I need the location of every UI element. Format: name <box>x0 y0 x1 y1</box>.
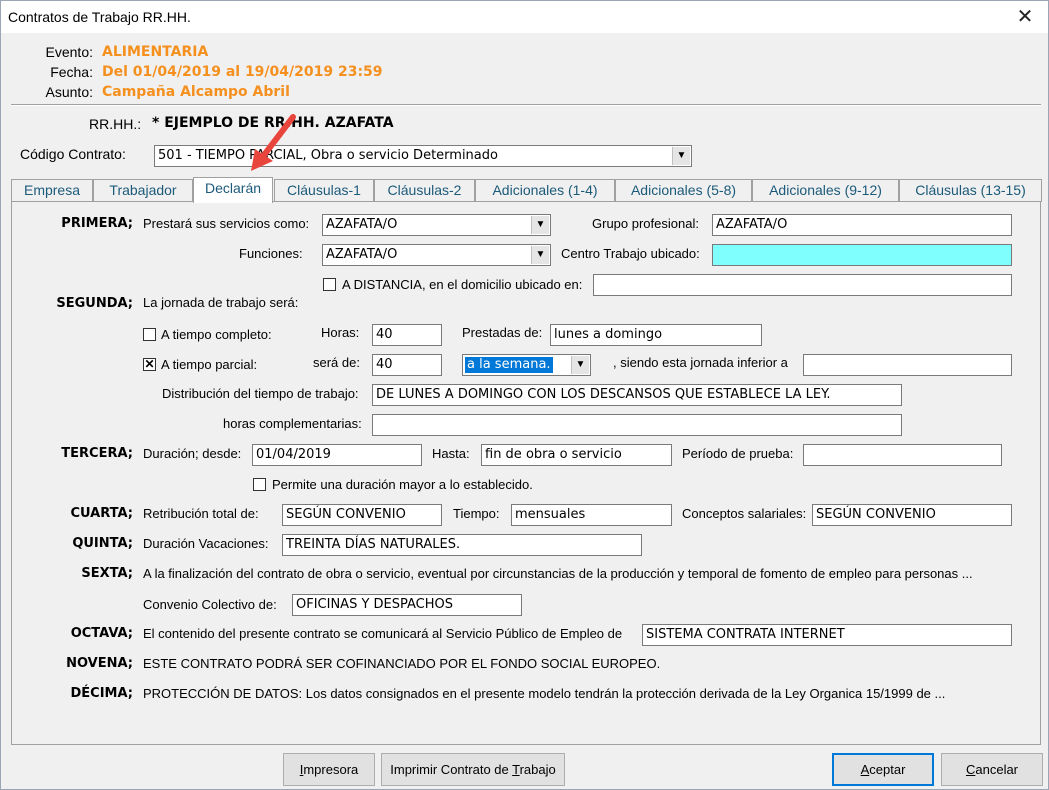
tab-declaran[interactable]: Declarán <box>193 177 273 203</box>
retribucion-field[interactable]: SEGÚN CONVENIO <box>282 504 442 526</box>
chevron-down-icon[interactable]: ▼ <box>672 147 690 165</box>
quinta-title: QUINTA; <box>72 536 133 551</box>
aceptar-button[interactable]: Aceptar <box>832 753 934 786</box>
servicios-select[interactable]: AZAFATA/O ▼ <box>322 214 551 236</box>
primera-title: PRIMERA; <box>61 216 133 231</box>
tab-clausulas-13-15[interactable]: Cláusulas (13-15) <box>899 179 1042 202</box>
horas-label: Horas: <box>321 325 360 340</box>
periodo-value: a la semana. <box>465 357 553 373</box>
asunto-value: Campaña Alcampo Abril <box>102 84 290 100</box>
jornada-label: La jornada de trabajo será: <box>143 295 299 310</box>
evento-value: ALIMENTARIA <box>102 44 209 60</box>
octava-servicio-field[interactable]: SISTEMA CONTRATA INTERNET <box>642 624 1012 646</box>
sexta-text: A la finalización del contrato de obra o… <box>143 566 973 581</box>
funciones-value: AZAFATA/O <box>326 247 398 262</box>
distancia-label: A DISTANCIA, en el domicilio ubicado en: <box>342 277 583 292</box>
cancelar-button[interactable]: Cancelar <box>941 753 1043 786</box>
parcial-checkbox[interactable]: ✕ <box>143 358 156 371</box>
distancia-checkbox[interactable] <box>323 278 336 291</box>
novena-text: ESTE CONTRATO PODRÁ SER COFINANCIADO POR… <box>143 656 661 671</box>
grupo-field[interactable]: AZAFATA/O <box>712 214 1012 236</box>
decima-title: DÉCIMA; <box>70 686 134 701</box>
centro-field[interactable] <box>712 244 1012 266</box>
annotation-arrow-icon <box>251 114 296 171</box>
vacaciones-field[interactable]: TREINTA DÍAS NATURALES. <box>282 534 642 556</box>
tab-adicionales-1-4[interactable]: Adicionales (1-4) <box>475 179 615 202</box>
tab-clausulas-1[interactable]: Cláusulas-1 <box>274 179 374 202</box>
convenio-field[interactable]: OFICINAS Y DESPACHOS <box>292 594 522 616</box>
completo-label: A tiempo completo: <box>161 327 272 342</box>
prueba-label: Período de prueba: <box>682 446 794 461</box>
vacaciones-label: Duración Vacaciones: <box>143 536 269 551</box>
codigo-contrato-value: 501 - TIEMPO PARCIAL, Obra o servicio De… <box>158 148 498 163</box>
prueba-field[interactable] <box>803 444 1002 466</box>
title-bar: Contratos de Trabajo RR.HH. ✕ <box>1 1 1048 33</box>
parcial-label: A tiempo parcial: <box>161 357 258 372</box>
tab-adicionales-5-8[interactable]: Adicionales (5-8) <box>615 179 752 202</box>
distancia-field[interactable] <box>593 274 1012 296</box>
distribucion-field[interactable]: DE LUNES A DOMINGO CON LOS DESCANSOS QUE… <box>372 384 902 406</box>
retribucion-label: Retribución total de: <box>143 506 259 521</box>
mayor-checkbox[interactable] <box>253 478 266 491</box>
funciones-select[interactable]: AZAFATA/O ▼ <box>322 244 551 266</box>
hasta-field[interactable]: fin de obra o servicio <box>481 444 672 466</box>
evento-label: Evento: <box>45 44 93 60</box>
chevron-down-icon[interactable]: ▼ <box>531 216 549 234</box>
desde-label: Duración; desde: <box>143 446 242 461</box>
cuarta-title: CUARTA; <box>70 506 133 521</box>
tab-clausulas-2[interactable]: Cláusulas-2 <box>374 179 475 202</box>
mayor-label: Permite una duración mayor a lo establec… <box>272 477 533 492</box>
funciones-label: Funciones: <box>239 246 303 261</box>
novena-title: NOVENA; <box>66 656 133 671</box>
header-separator <box>11 104 1041 106</box>
conceptos-label: Conceptos salariales: <box>682 506 807 521</box>
impresora-button[interactable]: Impresora <box>283 753 375 786</box>
distribucion-label: Distribución del tiempo de trabajo: <box>162 386 359 401</box>
imprimir-contrato-button[interactable]: Imprimir Contrato de Trabajo <box>381 753 565 786</box>
inferior-field[interactable] <box>803 354 1012 376</box>
rrhh-label: RR.HH.: <box>89 116 142 132</box>
tab-adicionales-9-12[interactable]: Adicionales (9-12) <box>752 179 899 202</box>
desde-field[interactable]: 01/04/2019 <box>252 444 422 466</box>
codigo-contrato-label: Código Contrato: <box>20 146 126 162</box>
decima-text: PROTECCIÓN DE DATOS: Los datos consignad… <box>143 686 946 701</box>
octava-text: El contenido del presente contrato se co… <box>143 626 623 641</box>
segunda-title: SEGUNDA; <box>56 296 133 311</box>
chevron-down-icon[interactable]: ▼ <box>571 356 589 374</box>
tab-trabajador[interactable]: Trabajador <box>93 179 193 202</box>
complementarias-label: horas complementarias: <box>223 416 362 431</box>
conceptos-field[interactable]: SEGÚN CONVENIO <box>812 504 1012 526</box>
tiempo-label: Tiempo: <box>453 506 500 521</box>
sera-field[interactable]: 40 <box>372 354 442 376</box>
sexta-title: SEXTA; <box>81 566 133 581</box>
servicios-value: AZAFATA/O <box>326 217 398 232</box>
complementarias-field[interactable] <box>372 414 902 436</box>
codigo-contrato-select[interactable]: 501 - TIEMPO PARCIAL, Obra o servicio De… <box>154 145 692 167</box>
fecha-value: Del 01/04/2019 al 19/04/2019 23:59 <box>102 64 383 80</box>
fecha-label: Fecha: <box>50 64 93 80</box>
prestadas-field[interactable]: lunes a domingo <box>550 324 762 346</box>
hasta-label: Hasta: <box>432 446 470 461</box>
periodo-select[interactable]: a la semana. ▼ <box>462 354 591 376</box>
convenio-label: Convenio Colectivo de: <box>143 597 277 612</box>
sera-label: será de: <box>313 355 360 370</box>
inferior-label: , siendo esta jornada inferior a <box>613 355 788 370</box>
asunto-label: Asunto: <box>45 84 93 100</box>
completo-checkbox[interactable] <box>143 328 156 341</box>
chevron-down-icon[interactable]: ▼ <box>531 246 549 264</box>
tercera-title: TERCERA; <box>61 446 133 461</box>
servicios-label: Prestará sus servicios como: <box>143 216 310 231</box>
close-icon[interactable]: ✕ <box>1010 3 1040 31</box>
contratos-window: Contratos de Trabajo RR.HH. ✕ Evento: AL… <box>0 0 1049 790</box>
window-title: Contratos de Trabajo RR.HH. <box>8 9 191 25</box>
centro-label: Centro Trabajo ubicado: <box>561 246 700 261</box>
prestadas-label: Prestadas de: <box>462 325 543 340</box>
horas-field[interactable]: 40 <box>372 324 442 346</box>
tiempo-field[interactable]: mensuales <box>511 504 672 526</box>
tab-empresa[interactable]: Empresa <box>11 179 93 202</box>
grupo-label: Grupo profesional: <box>592 216 699 231</box>
octava-title: OCTAVA; <box>70 626 133 641</box>
